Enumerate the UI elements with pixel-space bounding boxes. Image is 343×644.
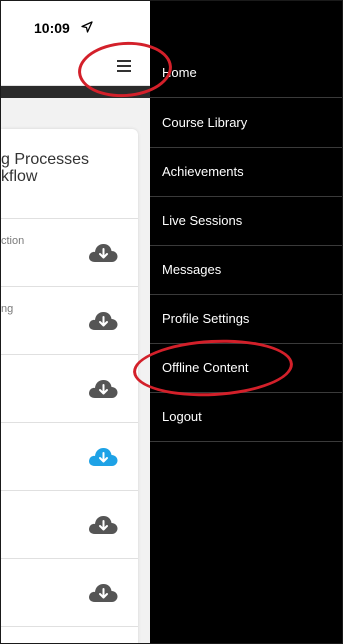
cloud-download-icon[interactable] [88, 310, 118, 332]
menu-item-label: Live Sessions [162, 213, 243, 228]
menu-item-profile-settings[interactable]: Profile Settings [150, 294, 342, 344]
menu-item-course-library[interactable]: Course Library [150, 98, 342, 148]
cloud-download-icon[interactable] [88, 378, 118, 400]
menu-item-label: Messages [162, 262, 222, 277]
location-arrow-icon [81, 21, 93, 33]
background-app: 10:09 g Processes kflow ction ng [1, 1, 150, 643]
lesson-row[interactable] [1, 491, 138, 559]
lesson-row[interactable]: ng [1, 287, 138, 355]
lesson-row[interactable] [1, 355, 138, 423]
menu-item-label: Achievements [162, 164, 244, 179]
menu-item-label: Course Library [162, 115, 248, 130]
cloud-download-icon[interactable] [88, 446, 118, 468]
cloud-download-icon[interactable] [88, 582, 118, 604]
cloud-download-icon[interactable] [88, 242, 118, 264]
navigation-drawer: Home Course Library Achievements Live Se… [150, 1, 342, 643]
device-frame: 10:09 g Processes kflow ction ng Home Co… [0, 0, 343, 644]
lesson-row[interactable] [1, 559, 138, 627]
menu-item-label: Profile Settings [162, 311, 250, 326]
status-time: 10:09 [34, 20, 70, 36]
status-bar: 10:09 [1, 1, 150, 45]
menu-item-messages[interactable]: Messages [150, 245, 342, 295]
menu-item-logout[interactable]: Logout [150, 392, 342, 442]
menu-item-home[interactable]: Home [150, 48, 342, 98]
lesson-title: ng [1, 303, 14, 315]
cloud-download-icon[interactable] [88, 514, 118, 536]
menu-item-achievements[interactable]: Achievements [150, 147, 342, 197]
course-title: g Processes kflow [1, 151, 90, 185]
menu-item-live-sessions[interactable]: Live Sessions [150, 196, 342, 246]
lesson-row[interactable] [1, 423, 138, 491]
menu-item-label: Logout [162, 409, 202, 424]
lesson-title: ction [1, 235, 25, 247]
lesson-row[interactable]: ction [1, 219, 138, 287]
